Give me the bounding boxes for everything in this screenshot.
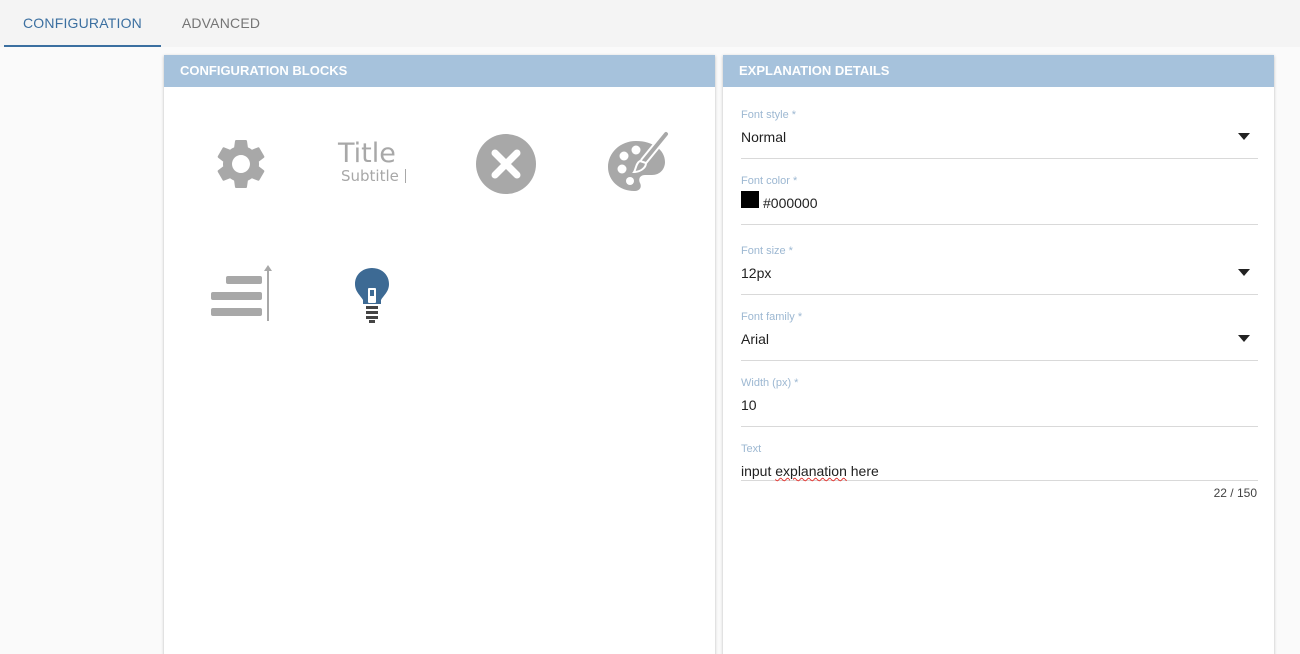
configuration-blocks-panel: CONFIGURATION BLOCKS Title Subtitle — [164, 55, 715, 654]
text-value-suffix: here — [846, 463, 879, 479]
text-value-misspelled: explanation — [775, 463, 847, 479]
text-field[interactable]: Text input explanation here — [741, 443, 1258, 481]
title-block[interactable]: Title Subtitle — [330, 122, 414, 206]
text-value-prefix: input — [741, 463, 776, 479]
title-icon-title-text: Title — [338, 138, 396, 169]
font-size-label: Font size * — [741, 245, 793, 257]
palette-brush-icon — [608, 131, 670, 191]
dropdown-arrow-icon[interactable] — [1238, 133, 1250, 140]
font-color-value: #000000 — [763, 195, 818, 211]
font-size-select[interactable]: Font size * 12px — [741, 245, 1258, 295]
explanation-block[interactable] — [330, 253, 414, 337]
palette-block[interactable] — [595, 122, 679, 206]
dropdown-arrow-icon[interactable] — [1238, 269, 1250, 276]
close-circle-icon — [476, 134, 536, 194]
font-style-select[interactable]: Font style * Normal — [741, 109, 1258, 159]
title-icon-subtitle-text: Subtitle — [341, 167, 399, 185]
tab-configuration[interactable]: CONFIGURATION — [4, 0, 161, 47]
text-character-counter: 22 / 150 — [1213, 486, 1257, 500]
color-swatch[interactable] — [741, 191, 759, 208]
alignment-block[interactable] — [199, 253, 283, 337]
title-subtitle-icon: Title Subtitle — [330, 134, 414, 194]
text-cursor-icon — [405, 169, 406, 183]
font-color-field[interactable]: Font color * #000000 — [741, 175, 1258, 225]
font-family-select[interactable]: Font family * Arial — [741, 311, 1258, 361]
explanation-details-panel: EXPLANATION DETAILS Font style * Normal … — [723, 55, 1274, 654]
settings-block[interactable] — [199, 122, 283, 206]
gear-icon — [217, 140, 265, 188]
font-size-value: 12px — [741, 265, 772, 281]
width-field[interactable]: Width (px) * 10 — [741, 377, 1258, 427]
explanation-details-header: EXPLANATION DETAILS — [723, 55, 1274, 87]
align-lines-arrow-icon — [211, 265, 272, 321]
font-style-label: Font style * — [741, 109, 797, 121]
font-family-value: Arial — [741, 331, 770, 347]
font-family-label: Font family * — [741, 311, 803, 323]
font-color-label: Font color * — [741, 175, 798, 187]
width-value: 10 — [741, 397, 757, 413]
text-value: input explanation here — [741, 463, 879, 479]
lightbulb-icon — [355, 268, 389, 323]
tab-bar: CONFIGURATION ADVANCED — [0, 0, 1300, 47]
font-style-value: Normal — [741, 129, 787, 145]
dropdown-arrow-icon[interactable] — [1238, 335, 1250, 342]
configuration-blocks-header: CONFIGURATION BLOCKS — [164, 55, 715, 87]
tab-advanced[interactable]: ADVANCED — [161, 0, 281, 47]
width-label: Width (px) * — [741, 377, 799, 389]
text-label: Text — [741, 443, 762, 455]
close-block[interactable] — [464, 122, 548, 206]
